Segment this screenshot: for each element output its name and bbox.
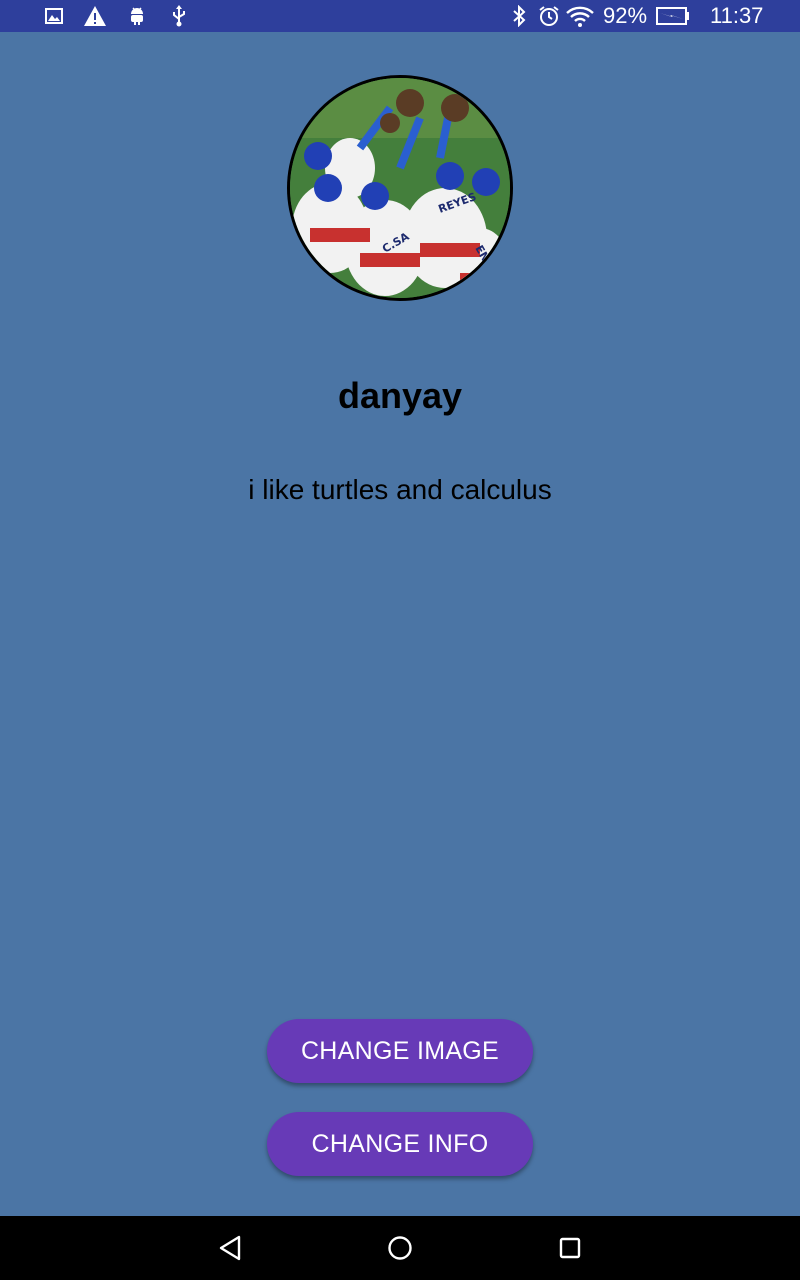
wifi-icon [566,5,594,27]
image-icon [44,5,64,27]
change-info-button[interactable]: CHANGE INFO [267,1112,533,1176]
navigation-bar [0,1216,800,1280]
alarm-icon [537,5,561,27]
profile-avatar: REYES C.SA ENCAR [287,75,513,301]
battery-charging-icon [656,5,690,27]
bio-text: i like turtles and calculus [248,474,552,505]
home-icon[interactable] [384,1232,416,1264]
clock: 11:37 [710,3,764,28]
bluetooth-icon [510,5,528,27]
change-image-button[interactable]: CHANGE IMAGE [267,1019,533,1083]
android-icon [128,5,146,27]
usb-icon [170,5,188,27]
warning-icon [83,5,107,27]
profile-photo: REYES C.SA ENCAR [290,78,510,298]
recents-icon[interactable] [554,1232,586,1264]
username: danyay [337,375,463,416]
status-bar: 92% 11:37 [0,0,800,32]
back-icon[interactable] [214,1232,246,1264]
battery-percent: 92% [603,3,648,28]
